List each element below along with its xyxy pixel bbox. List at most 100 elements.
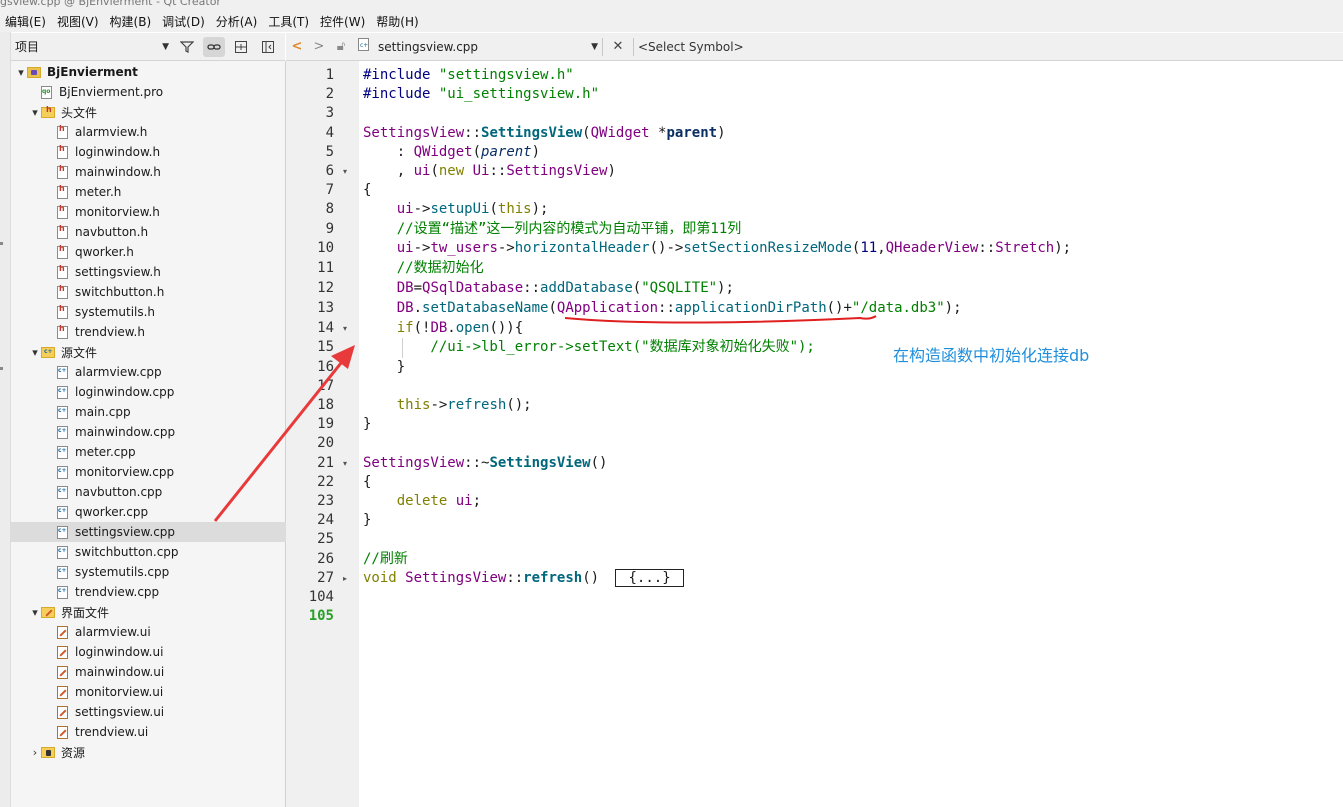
header-file-icon — [57, 244, 68, 259]
fold-collapse-icon[interactable]: ▾ — [343, 167, 347, 176]
line-number: 23 — [317, 493, 334, 509]
tree-item[interactable]: trendview.h — [11, 322, 317, 342]
code-token: //数据初始化 — [363, 260, 484, 277]
line-number: 3 — [325, 105, 334, 122]
menu-item[interactable]: 控件(W) — [315, 13, 371, 30]
fold-collapse-icon[interactable]: ▾ — [343, 459, 347, 468]
open-file-selector[interactable]: settingsview.cpp ▼ — [378, 40, 598, 54]
tree-item[interactable]: mainwindow.h — [11, 162, 317, 182]
tree-item[interactable]: monitorview.cpp — [11, 462, 317, 482]
code-token: DB — [396, 299, 414, 316]
line-number: 2 — [325, 86, 334, 103]
tree-item[interactable]: alarmview.h — [11, 122, 317, 142]
menu-item[interactable]: 视图(V) — [52, 13, 105, 30]
chevron-down-icon[interactable]: ▾ — [15, 66, 27, 79]
forward-arrow-icon[interactable]: > — [308, 39, 330, 54]
tree-item[interactable]: loginwindow.cpp — [11, 382, 317, 402]
tree-item[interactable]: meter.h — [11, 182, 317, 202]
code-token: ); — [944, 299, 962, 316]
tree-item[interactable]: trendview.cpp — [11, 582, 317, 602]
project-folder-icon — [27, 66, 41, 78]
folder-icon — [41, 746, 55, 758]
code-token: SettingsView — [506, 163, 608, 179]
tree-item[interactable]: ▾ 源文件 — [11, 342, 303, 362]
fold-expand-icon[interactable]: ▸ — [343, 574, 347, 583]
tree-item-label: main.cpp — [75, 405, 131, 419]
menu-item[interactable]: 编辑(E) — [0, 13, 52, 30]
header-file-icon — [57, 284, 68, 299]
fold-collapse-icon[interactable]: ▾ — [343, 324, 347, 333]
menu-item[interactable]: 调试(D) — [157, 13, 211, 30]
menu-item[interactable]: 分析(A) — [211, 13, 264, 30]
code-token: //设置“描述”这一列内容的模式为自动平铺，即第11列 — [363, 220, 742, 237]
split-icon[interactable] — [230, 37, 252, 57]
tree-item[interactable]: monitorview.h — [11, 202, 317, 222]
chevron-down-icon[interactable]: ▾ — [29, 346, 41, 359]
tree-item[interactable]: systemutils.h — [11, 302, 317, 322]
code-token: ); — [531, 201, 549, 218]
code-token: QWidget — [590, 124, 650, 141]
line-number: 27 — [317, 569, 334, 586]
tree-item[interactable]: ▾ 头文件 — [11, 102, 303, 122]
filter-icon[interactable] — [176, 37, 198, 57]
project-view-selector[interactable]: 项目 ▼ — [15, 37, 171, 57]
tree-item[interactable]: monitorview.ui — [11, 682, 317, 702]
chevron-down-icon[interactable]: ▾ — [29, 106, 41, 119]
code-editor[interactable]: #include "settingsview.h" #include "ui_se… — [359, 61, 1343, 807]
tree-item[interactable]: trendview.ui — [11, 722, 317, 742]
code-line: DB=QSqlDatabase::addDatabase("QSQLITE"); — [363, 279, 734, 298]
tree-item-label: settingsview.ui — [75, 705, 165, 719]
code-line: this->refresh(); — [363, 396, 532, 415]
chevron-right-icon[interactable]: › — [29, 746, 41, 759]
close-icon[interactable]: ✕ — [607, 39, 629, 54]
tree-item[interactable]: navbutton.cpp — [11, 482, 317, 502]
tree-item[interactable]: qworker.cpp — [11, 502, 317, 522]
tree-item[interactable]: BjEnvierment.pro — [11, 82, 303, 102]
tree-item[interactable]: qworker.h — [11, 242, 317, 262]
tree-item[interactable]: loginwindow.h — [11, 142, 317, 162]
tree-item[interactable]: ▾ 界面文件 — [11, 602, 303, 622]
folder-icon — [41, 105, 55, 118]
project-tree: ▾ BjEnvierment BjEnvierment.pro ▾ 头文件 alarmvi… — [11, 61, 317, 807]
tree-item[interactable]: loginwindow.ui — [11, 642, 317, 662]
chevron-down-icon: ▼ — [162, 41, 169, 52]
tree-item[interactable]: alarmview.cpp — [11, 362, 317, 382]
menu-item[interactable]: 构建(B) — [105, 13, 158, 30]
tree-item[interactable]: alarmview.ui — [11, 622, 317, 642]
chevron-down-icon[interactable]: ▾ — [29, 606, 41, 619]
code-token: applicationDirPath — [674, 299, 827, 316]
header-file-icon — [57, 264, 68, 279]
tree-item[interactable]: settingsview.cpp — [11, 522, 317, 542]
tree-item[interactable]: ▾ BjEnvierment — [11, 62, 289, 82]
lock-icon[interactable]: 🔓︎ — [330, 39, 352, 54]
tree-item[interactable]: settingsview.h — [11, 262, 317, 282]
tree-item[interactable]: main.cpp — [11, 402, 317, 422]
line-number: 7 — [325, 182, 334, 199]
tree-item[interactable]: systemutils.cpp — [11, 562, 317, 582]
symbol-selector[interactable]: <Select Symbol> — [638, 40, 744, 54]
code-token: setSectionResizeMode — [683, 240, 852, 257]
tree-item[interactable]: settingsview.ui — [11, 702, 317, 722]
code-token: : — [363, 143, 414, 160]
link-icon[interactable] — [203, 36, 225, 57]
tree-item[interactable]: switchbutton.h — [11, 282, 317, 302]
back-arrow-icon[interactable]: < — [286, 39, 308, 54]
cpp-file-icon — [57, 505, 68, 519]
code-token: SettingsView — [363, 454, 465, 471]
code-token: () — [590, 454, 608, 471]
menu-item[interactable]: 帮助(H) — [371, 13, 424, 30]
folded-block-marker[interactable]: {...} — [615, 568, 684, 587]
tree-item[interactable]: mainwindow.cpp — [11, 422, 317, 442]
menu-item[interactable]: 工具(T) — [263, 13, 315, 30]
close-sidebar-icon[interactable] — [257, 37, 279, 57]
tree-item[interactable]: › 资源 — [11, 742, 303, 762]
code-line: SettingsView::SettingsView(QWidget *pare… — [363, 124, 726, 143]
tree-item[interactable]: switchbutton.cpp — [11, 542, 317, 562]
code-token: -> — [497, 240, 515, 257]
tree-item-label: monitorview.cpp — [75, 465, 175, 479]
tree-item[interactable]: meter.cpp — [11, 442, 317, 462]
tree-item[interactable]: navbutton.h — [11, 222, 317, 242]
tree-item[interactable]: mainwindow.ui — [11, 662, 317, 682]
